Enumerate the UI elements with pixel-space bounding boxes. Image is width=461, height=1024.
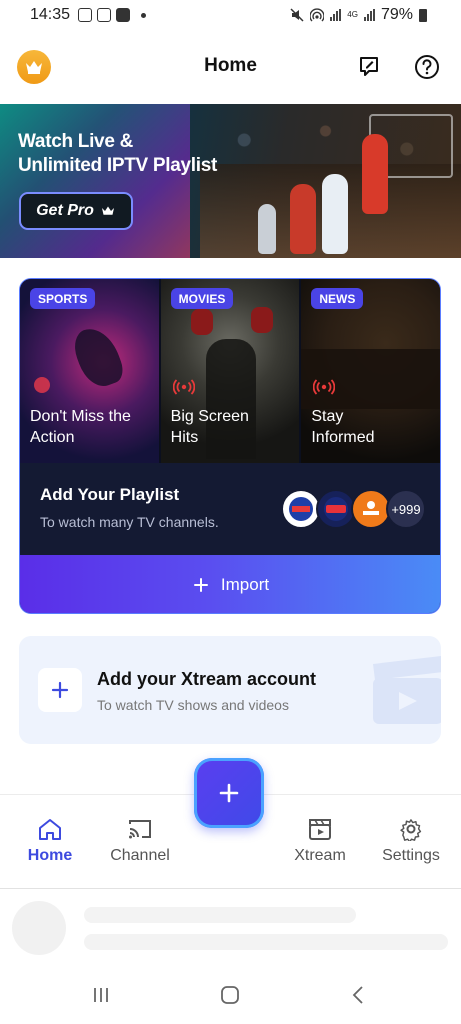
nav-settings-label: Settings <box>382 847 440 864</box>
ad-text-placeholder <box>84 934 448 950</box>
home-icon <box>39 819 61 840</box>
channel-logos: +999 <box>281 489 426 529</box>
tile-caption: Stay Informed <box>311 406 374 448</box>
nav-home-label: Home <box>27 847 73 864</box>
tile-caption-line2: Action <box>30 429 75 446</box>
nav-home[interactable]: Home <box>24 817 76 865</box>
battery-icon <box>419 8 427 22</box>
ad-placeholder <box>0 888 461 968</box>
boxing-glove-image <box>250 307 273 333</box>
add-playlist-section: Add Your Playlist To watch many TV chann… <box>20 463 440 555</box>
tile-caption-line2: Hits <box>170 429 199 446</box>
recent-apps-button[interactable] <box>88 982 114 1008</box>
promo-title-line2: Unlimited IPTV Playlist <box>18 155 217 176</box>
recent-apps-icon <box>94 988 108 1002</box>
help-button[interactable] <box>412 52 442 82</box>
channel-logo <box>316 489 356 529</box>
channel-logo <box>351 489 391 529</box>
home-system-icon <box>221 986 239 1004</box>
plus-icon <box>193 578 208 592</box>
clapper-icon <box>373 656 441 724</box>
app-header: Home <box>0 40 461 94</box>
player-image <box>258 204 276 254</box>
soccer-player-image <box>68 321 128 393</box>
cast-icon <box>129 820 151 839</box>
more-channels-badge: +999 <box>386 489 426 529</box>
crown-icon <box>101 206 114 215</box>
promo-banner[interactable]: Watch Live & Unlimited IPTV Playlist Get… <box>0 104 461 258</box>
add-xtream-button[interactable] <box>38 668 82 712</box>
signal-icon-2 <box>363 9 375 21</box>
nav-channel[interactable]: Channel <box>104 817 176 865</box>
tile-caption: Big Screen Hits <box>171 406 249 448</box>
get-pro-label: Get Pro <box>36 202 94 219</box>
promo-title: Watch Live & Unlimited IPTV Playlist <box>18 130 217 178</box>
network-type: 4G <box>347 10 358 19</box>
add-fab-button[interactable] <box>194 758 264 828</box>
ad-text-placeholder <box>84 907 356 923</box>
soccer-ball-image <box>34 377 50 393</box>
plus-icon <box>219 783 239 803</box>
player-image <box>290 184 316 254</box>
home-system-button[interactable] <box>217 982 243 1008</box>
battery-percent: 79% <box>380 6 413 23</box>
clapper-icon <box>309 819 331 840</box>
status-time: 14:35 <box>30 6 71 23</box>
nav-settings[interactable]: Settings <box>376 817 446 865</box>
category-tag: SPORTS <box>30 288 96 309</box>
youtube-icon <box>116 8 130 22</box>
tile-caption-line1: Don't Miss the <box>30 408 131 425</box>
tile-caption-line2: Informed <box>311 429 375 446</box>
page-title: Home <box>204 55 257 76</box>
notification-icons <box>78 8 146 22</box>
playlist-card: SPORTS Don't Miss the Action MOVIES Big … <box>19 278 441 614</box>
channel-logo <box>281 489 321 529</box>
hotspot-icon <box>310 8 325 22</box>
live-broadcast-icon <box>313 379 336 395</box>
tile-movies[interactable]: MOVIES Big Screen Hits <box>160 279 302 463</box>
nav-xtream-label: Xtream <box>294 847 346 864</box>
banner-gradient <box>0 104 190 258</box>
add-playlist-title: Add Your Playlist <box>40 485 180 504</box>
category-tiles: SPORTS Don't Miss the Action MOVIES Big … <box>20 279 440 463</box>
get-pro-button[interactable]: Get Pro <box>19 192 133 230</box>
instagram-icon <box>78 8 92 22</box>
system-nav-bar <box>0 966 461 1024</box>
tile-news[interactable]: NEWS Stay Informed <box>301 279 440 463</box>
more-notifications-icon <box>141 12 146 18</box>
promo-title-line1: Watch Live & <box>18 131 133 152</box>
category-tag: MOVIES <box>170 288 234 309</box>
feedback-button[interactable] <box>354 52 384 82</box>
add-playlist-subtitle: To watch many TV channels. <box>40 514 219 530</box>
signal-icon <box>330 9 342 21</box>
back-button[interactable] <box>346 982 372 1008</box>
import-label: Import <box>220 575 270 594</box>
tile-caption-line1: Big Screen <box>170 408 249 425</box>
live-broadcast-icon <box>172 379 195 395</box>
xtream-title: Add your Xtream account <box>97 669 317 689</box>
ad-image-placeholder <box>12 901 66 955</box>
nav-xtream[interactable]: Xtream <box>288 817 352 865</box>
status-bar: 14:35 4G 79% <box>0 0 461 32</box>
xtream-subtitle: To watch TV shows and videos <box>97 697 289 713</box>
category-tag: NEWS <box>311 288 364 309</box>
player-image <box>362 134 388 214</box>
tile-caption-line1: Stay <box>311 408 344 425</box>
xtream-card[interactable]: Add your Xtream account To watch TV show… <box>19 636 441 744</box>
help-circle-icon <box>415 55 439 79</box>
mute-icon <box>290 8 304 22</box>
plus-icon <box>51 681 69 699</box>
import-button[interactable]: Import <box>20 555 440 613</box>
tile-sports[interactable]: SPORTS Don't Miss the Action <box>20 279 161 463</box>
gallery-icon <box>97 8 111 22</box>
back-icon <box>352 986 363 1004</box>
gear-icon <box>400 819 422 841</box>
nav-channel-label: Channel <box>110 847 170 864</box>
boxing-glove-image <box>190 309 213 335</box>
player-image <box>322 174 348 254</box>
system-status-icons: 4G 79% <box>290 6 427 24</box>
edit-note-icon <box>360 57 378 76</box>
tile-caption: Don't Miss the Action <box>30 406 131 448</box>
